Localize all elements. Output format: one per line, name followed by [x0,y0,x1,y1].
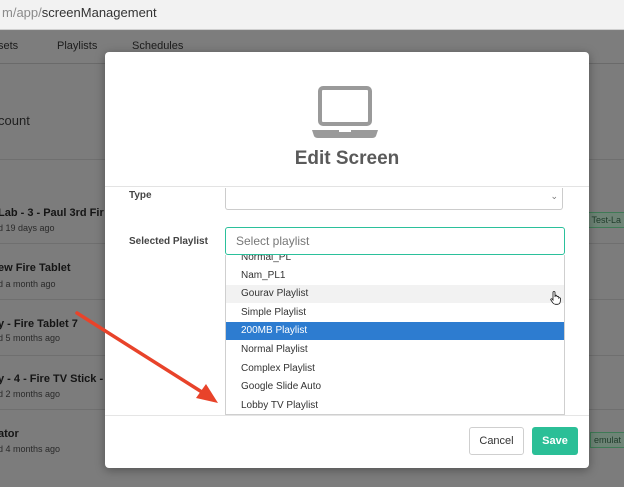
annotation-arrow-icon [75,311,218,403]
